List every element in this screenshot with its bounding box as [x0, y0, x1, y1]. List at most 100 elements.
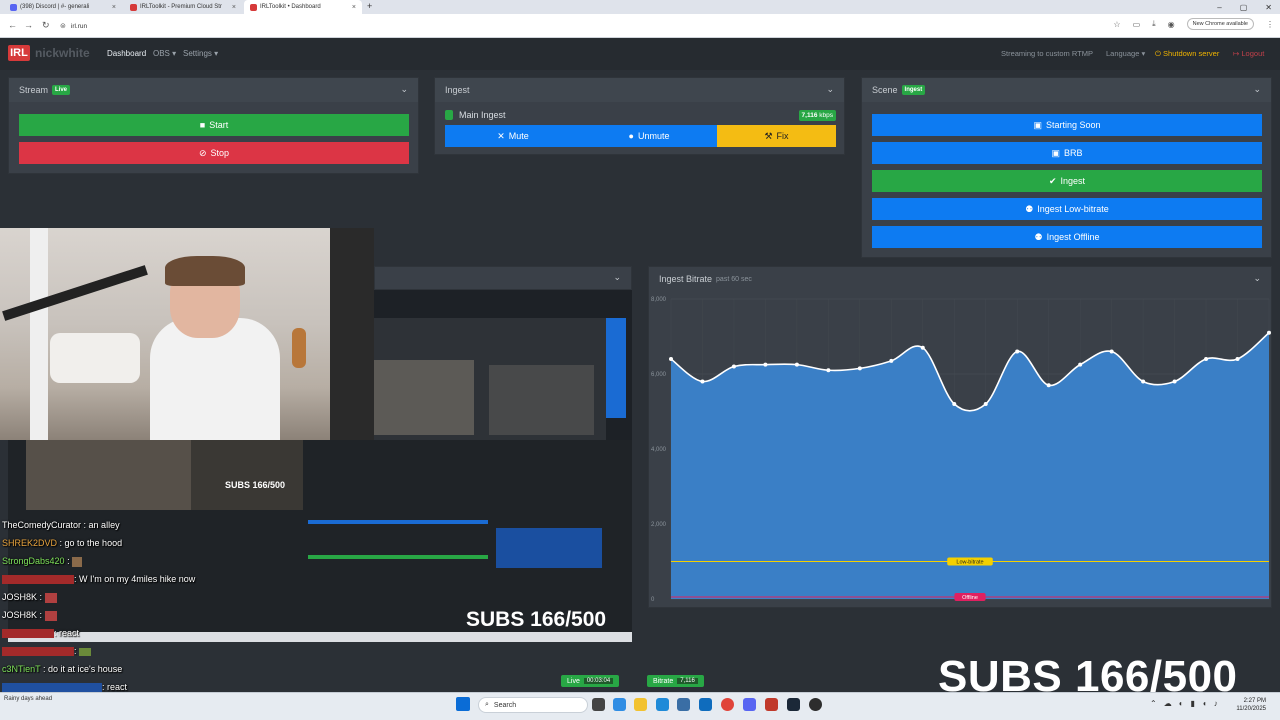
task-view-icon[interactable] [592, 698, 605, 711]
mail-icon[interactable] [699, 698, 712, 711]
minimize-icon[interactable]: – [1217, 3, 1221, 12]
site-info-icon[interactable]: ⊜ [60, 22, 66, 30]
fix-button[interactable]: ⚒ Fix [717, 125, 836, 147]
ingest-card-header: Ingest ⌄ [435, 78, 844, 102]
nav-obs[interactable]: OBS ▾ [153, 49, 176, 58]
chat-message: : W I'm on my 4miles hike now [2, 574, 195, 585]
scene-ingest-low-bitrate-button[interactable]: ⚉ Ingest Low-bitrate [872, 198, 1262, 220]
chevron-down-icon[interactable]: ⌄ [613, 272, 621, 283]
weather-widget[interactable]: Rainy days ahead [4, 696, 64, 702]
file-explorer-icon[interactable] [634, 698, 647, 711]
mic-icon: ● [628, 131, 634, 141]
nav-dashboard[interactable]: Dashboard [107, 49, 146, 58]
app-icon[interactable] [765, 698, 778, 711]
stop-stream-button[interactable]: ⊘ Stop [19, 142, 409, 164]
steam-icon[interactable] [787, 698, 800, 711]
bitrate-point [952, 402, 957, 406]
scene-ingest-offline-button[interactable]: ⚉ Ingest Offline [872, 226, 1262, 248]
webcam-overlay [0, 228, 374, 440]
bitrate-point [1046, 383, 1051, 388]
maximize-icon[interactable]: ▢ [1240, 3, 1248, 12]
preview-card: ⌄ [374, 266, 632, 290]
chrome-icon[interactable] [721, 698, 734, 711]
new-chrome-available-button[interactable]: New Chrome available [1186, 18, 1254, 30]
reload-icon[interactable]: ↻ [42, 20, 50, 31]
image-icon: ▣ [1033, 119, 1042, 130]
chat-message: : react [2, 682, 127, 693]
browser-tab-irltoolkit[interactable]: IRLToolkit - Premium Cloud Str × [124, 0, 242, 14]
obs-icon[interactable] [809, 698, 822, 711]
stream-card: Stream Live ⌄ ■ Start ⊘ Stop [8, 77, 419, 174]
forward-icon[interactable]: → [24, 20, 33, 30]
chat-message: c3NTienT : do it at ice's house [2, 664, 123, 674]
chat-message: : react [2, 628, 79, 639]
emote-icon [44, 610, 57, 621]
language-dropdown[interactable]: Language ▾ [1106, 49, 1145, 58]
check-icon: ✔ [1048, 175, 1057, 186]
unmute-button[interactable]: ● Unmute [581, 125, 717, 147]
threshold-label: Low-bitrate [956, 560, 983, 566]
chevron-down-icon[interactable]: ⌄ [1253, 84, 1261, 95]
wrench-icon: ⚒ [764, 130, 773, 141]
bitrate-point [1172, 379, 1177, 384]
url-field[interactable]: ⊜ irl.run [60, 19, 1100, 33]
stream-card-header: Stream Live ⌄ [9, 78, 418, 102]
system-tray[interactable]: ⌃☁◐▮◖♪ [1150, 699, 1225, 708]
scene-badge: Ingest [901, 85, 926, 95]
close-icon[interactable]: × [232, 4, 236, 11]
scene-brb-button[interactable]: ▣ BRB [872, 142, 1262, 164]
chevron-down-icon[interactable]: ⌄ [400, 84, 408, 95]
download-icon[interactable]: ⤓ [1152, 19, 1156, 29]
close-icon[interactable]: × [112, 4, 116, 11]
scene-ingest-button[interactable]: ✔ Ingest [872, 170, 1262, 192]
back-icon[interactable]: ← [8, 20, 17, 30]
irltoolkit-icon [250, 3, 257, 11]
chart-title: Ingest Bitrate [659, 274, 713, 284]
copilot-icon[interactable] [613, 698, 626, 711]
chevron-down-icon[interactable]: ⌄ [826, 84, 834, 95]
chart-subtitle: past 60 sec [716, 275, 752, 283]
logout-button[interactable]: ↦ Logout [1233, 49, 1264, 58]
browser-tab-dashboard[interactable]: IRLToolkit • Dashboard × [244, 0, 362, 14]
bitrate-point [1267, 330, 1271, 335]
close-icon[interactable]: × [352, 4, 356, 11]
bitrate-point [763, 362, 768, 367]
irltoolkit-icon [130, 3, 137, 11]
scene-card: Scene Ingest ⌄ ▣ Starting Soon ▣ BRB ✔ Inge… [861, 77, 1272, 258]
close-window-icon[interactable]: ✕ [1265, 3, 1272, 12]
bitrate-point [826, 368, 831, 373]
shutdown-server-button[interactable]: ⏻ Shutdown server [1155, 49, 1219, 59]
y-tick-label: 2,000 [651, 522, 667, 528]
chat-message: JOSH8K : [2, 610, 57, 621]
browser-tab-discord[interactable]: (398) Discord | #- generali × [4, 0, 122, 14]
new-tab-icon[interactable]: + [367, 1, 372, 11]
cast-icon[interactable]: ▭ [1133, 20, 1141, 29]
streaming-status: Streaming to custom RTMP [1001, 49, 1093, 58]
bitrate-chart-card: Ingest Bitrate past 60 sec ⌄ 8,000 6,000 4… [648, 266, 1272, 608]
chevron-down-icon[interactable]: ⌄ [1253, 273, 1261, 284]
menu-icon[interactable]: ⋮ [1266, 20, 1274, 29]
edge-icon[interactable] [656, 698, 669, 711]
taskbar-search[interactable]: ⌕ Search [478, 697, 588, 713]
scene-starting-soon-button[interactable]: ▣ Starting Soon [872, 114, 1262, 136]
bitrate-point [1235, 357, 1240, 361]
start-stream-button[interactable]: ■ Start [19, 114, 409, 136]
bitrate-point [889, 358, 894, 363]
profile-icon[interactable]: ◉ [1168, 20, 1175, 29]
taskbar-clock[interactable]: 2:27 PM 11/20/2025 [1236, 697, 1266, 713]
discord-icon[interactable] [743, 698, 756, 711]
store-icon[interactable] [677, 698, 690, 711]
bitrate-status-badge: Bitrate 7,116 [647, 675, 704, 687]
bookmark-star-icon[interactable]: ☆ [1113, 20, 1120, 29]
bitrate-point [669, 357, 673, 361]
discord-icon [10, 3, 17, 11]
mute-button[interactable]: ✕ Mute [445, 125, 581, 147]
window-controls: – ▢ ✕ [1217, 0, 1272, 14]
emote-icon [79, 647, 92, 656]
bitrate-point [700, 379, 705, 384]
ingest-card: Ingest ⌄ Main Ingest 7,116 kbps ✕ Mute ● U… [434, 77, 845, 155]
nav-settings[interactable]: Settings ▾ [183, 49, 218, 58]
threshold-label: Offline [962, 595, 978, 601]
bitrate-point [1141, 379, 1146, 384]
windows-start-icon[interactable] [456, 697, 470, 711]
